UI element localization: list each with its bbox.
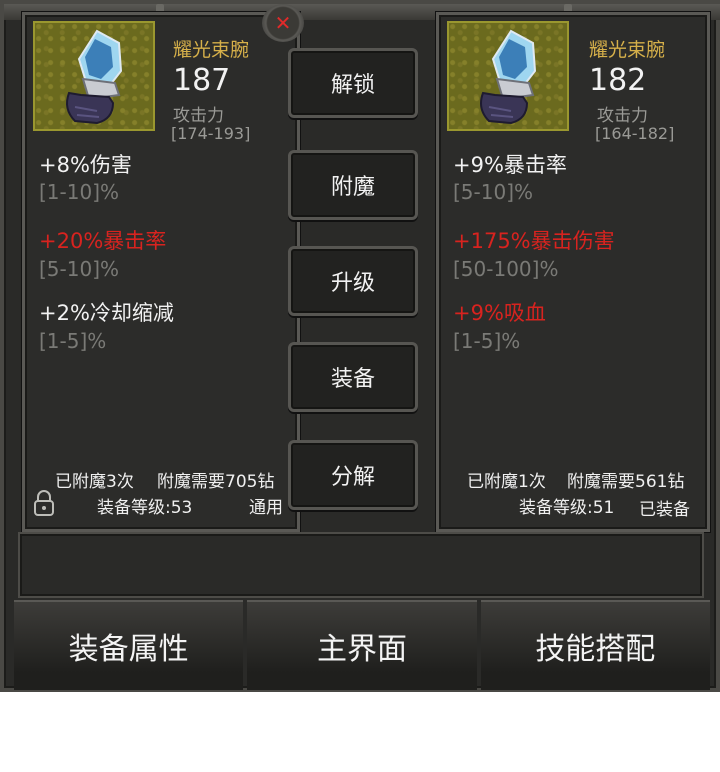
stat-line: +2%冷却缩减: [39, 301, 174, 325]
enchant-cost: 附魔需要561钻: [567, 472, 685, 492]
gauntlet-icon: [480, 29, 537, 125]
enchant-button[interactable]: 附魔: [288, 150, 418, 220]
gauntlet-icon: [66, 29, 123, 125]
tab-equipment-attributes[interactable]: 装备属性: [14, 600, 244, 690]
attack-value: 187: [173, 63, 231, 98]
bottom-nav: 装备属性 主界面 技能搭配: [12, 600, 712, 690]
equip-level: 装备等级:53: [97, 498, 193, 518]
equip-level: 装备等级:51: [519, 498, 615, 518]
close-icon: ✕: [274, 11, 292, 35]
item-tag: 已装备: [639, 500, 690, 520]
stat-range: [1-5]%: [453, 329, 521, 353]
stat-range: [50-100]%: [453, 257, 559, 281]
attack-range: [164-182]: [595, 124, 675, 143]
enchant-count: 已附魔1次: [467, 472, 546, 492]
stat-range: [5-10]%: [453, 180, 533, 204]
stat-line: +9%暴击率: [453, 153, 567, 177]
tab-skill-config[interactable]: 技能搭配: [480, 600, 710, 690]
lock-icon[interactable]: [33, 489, 55, 517]
attack-value: 182: [589, 63, 647, 98]
item-tag: 通用: [249, 498, 283, 518]
stat-line: +175%暴击伤害: [453, 229, 615, 253]
right-item-slot[interactable]: [447, 21, 569, 131]
stat-range: [1-5]%: [39, 329, 107, 353]
stat-range: [1-10]%: [39, 180, 119, 204]
equip-button[interactable]: 装备: [288, 342, 418, 412]
upgrade-button[interactable]: 升级: [288, 246, 418, 316]
attack-label: 攻击力: [597, 106, 648, 126]
item-name: 耀光束腕: [173, 39, 250, 61]
dismantle-button[interactable]: 分解: [288, 440, 418, 510]
stat-line: +8%伤害: [39, 153, 132, 177]
left-item-panel: 耀光束腕 187 攻击力 [174-193] +8%伤害 [1-10]% +20…: [22, 12, 300, 532]
enchant-count: 已附魔3次: [55, 472, 134, 492]
stat-range: [5-10]%: [39, 257, 119, 281]
item-name: 耀光束腕: [589, 39, 666, 61]
empty-info-bar: [18, 532, 704, 598]
attack-range: [174-193]: [171, 124, 251, 143]
stat-line: +9%吸血: [453, 301, 546, 325]
unlock-button[interactable]: 解锁: [288, 48, 418, 118]
tab-main-screen[interactable]: 主界面: [247, 600, 477, 690]
stat-line: +20%暴击率: [39, 229, 167, 253]
enchant-cost: 附魔需要705钻: [157, 472, 275, 492]
left-item-slot[interactable]: [33, 21, 155, 131]
close-button[interactable]: ✕: [262, 4, 304, 42]
attack-label: 攻击力: [173, 106, 224, 126]
right-item-panel: 耀光束腕 182 攻击力 [164-182] +9%暴击率 [5-10]% +1…: [436, 12, 710, 532]
